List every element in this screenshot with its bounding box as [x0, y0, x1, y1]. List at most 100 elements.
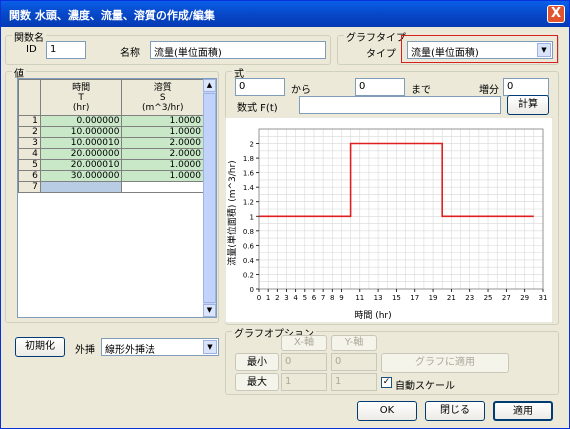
graph-type-select[interactable]: 流量(単位面積) ▼	[407, 41, 553, 59]
x-axis-label: 時間 (hr)	[354, 310, 391, 321]
time-cell[interactable]	[39, 181, 123, 193]
window-title: 関数 水頭、濃度、流量、溶質の作成/編集	[9, 9, 215, 22]
solute-cell[interactable]: 1.0000	[121, 159, 204, 171]
time-column-header[interactable]: 時間 T (hr)	[39, 79, 123, 116]
expression-label: 数式 F(t)	[237, 103, 278, 114]
row-number: 6	[18, 170, 41, 182]
x-tick-label: 7	[321, 294, 325, 302]
x-tick-label: 8	[330, 294, 334, 302]
solute-header-line1: 溶質	[153, 82, 172, 93]
calculate-button[interactable]: 計算	[507, 95, 549, 115]
apply-button[interactable]: 適用	[493, 401, 553, 421]
title-bar[interactable]: 関数 水頭、濃度、流量、溶質の作成/編集 X	[1, 1, 569, 27]
ok-button[interactable]: OK	[357, 401, 417, 421]
row-number: 4	[18, 148, 41, 160]
x-tick-label: 0	[257, 294, 261, 302]
time-cell[interactable]: 10.000010	[39, 137, 123, 149]
row-number: 2	[18, 126, 41, 138]
time-cell[interactable]: 20.000010	[39, 159, 123, 171]
y-tick-label: 0	[250, 286, 254, 294]
close-button[interactable]: 閉じる	[425, 401, 485, 421]
time-header-line2: T	[78, 92, 84, 103]
extrapolation-label: 外挿	[75, 345, 95, 356]
name-field[interactable]: 流量(単位面積)	[150, 41, 326, 59]
table-row[interactable]: 1 0.000000 1.0000	[18, 115, 204, 127]
table-row[interactable]: 3 10.000010 2.0000	[18, 137, 204, 149]
min-label: 最小	[235, 353, 279, 371]
apply-to-graph-button[interactable]: グラフに適用	[381, 353, 509, 373]
step-label: 増分	[479, 85, 499, 96]
id-label: ID	[26, 44, 37, 55]
from-label: から	[291, 85, 311, 96]
x-tick-label: 2	[275, 294, 279, 302]
min-y-field[interactable]: 0	[331, 353, 377, 371]
row-number: 3	[18, 137, 41, 149]
x-tick-label: 23	[465, 294, 474, 302]
table-row[interactable]: 5 20.000010 1.0000	[18, 159, 204, 171]
x-tick-label: 15	[392, 294, 401, 302]
chevron-down-icon[interactable]: ▼	[203, 340, 217, 354]
x-tick-label: 31	[539, 294, 548, 302]
table-row[interactable]: 7	[18, 181, 204, 193]
values-table: 時間 T (hr) 溶質 S (m^3/hr) 1 0.000000 1.000…	[18, 79, 204, 193]
time-header-line1: 時間	[72, 82, 91, 93]
scroll-down-icon[interactable]: ▼	[203, 304, 216, 317]
time-cell[interactable]: 30.000000	[39, 170, 123, 182]
row-number: 7	[18, 181, 41, 193]
x-tick-label: 9	[339, 294, 343, 302]
initialize-button[interactable]: 初期化	[15, 337, 65, 357]
y-tick-label: 1	[250, 213, 254, 221]
id-field[interactable]: 1	[46, 41, 86, 59]
solute-cell[interactable]: 2.0000	[121, 137, 204, 149]
y-tick-label: 1.2	[243, 199, 254, 207]
x-tick-label: 13	[374, 294, 383, 302]
y-tick-label: 1.6	[243, 170, 255, 178]
to-label: まで	[411, 85, 431, 96]
solute-column-header[interactable]: 溶質 S (m^3/hr)	[121, 79, 204, 116]
extrapolation-value: 線形外挿法	[105, 345, 155, 356]
time-cell[interactable]: 0.000000	[39, 115, 123, 127]
from-field[interactable]: 0	[235, 78, 285, 96]
max-x-field[interactable]: 1	[281, 373, 327, 391]
y-tick-label: 0.4	[243, 257, 255, 265]
table-row[interactable]: 6 30.000000 1.0000	[18, 170, 204, 182]
time-cell[interactable]: 10.000000	[39, 126, 123, 138]
row-number: 5	[18, 159, 41, 171]
graph-type-value: 流量(単位面積)	[411, 48, 479, 59]
auto-scale-checkbox[interactable]: ✓	[381, 377, 392, 388]
x-axis-header: X-軸	[281, 335, 327, 351]
y-tick-label: 0.2	[243, 271, 254, 279]
scrollbar-thumb[interactable]	[203, 93, 216, 303]
max-y-field[interactable]: 1	[331, 373, 377, 391]
x-tick-label: 25	[484, 294, 493, 302]
x-tick-label: 1	[266, 294, 270, 302]
min-x-field[interactable]: 0	[281, 353, 327, 371]
solute-cell[interactable]: 1.0000	[121, 115, 204, 127]
chevron-down-icon[interactable]: ▼	[537, 43, 551, 57]
x-tick-label: 3	[284, 294, 288, 302]
scroll-up-icon[interactable]: ▲	[203, 79, 216, 92]
solute-cell[interactable]: 1.0000	[121, 126, 204, 138]
solute-cell[interactable]	[121, 181, 204, 193]
vertical-scrollbar[interactable]: ▲ ▼	[203, 79, 216, 317]
time-header-line3: (hr)	[72, 102, 90, 113]
function-name-group-title: 関数名	[12, 29, 46, 44]
to-field[interactable]: 0	[355, 78, 405, 96]
y-tick-label: 1.4	[243, 184, 255, 192]
expression-field[interactable]	[299, 96, 501, 114]
solute-cell[interactable]: 1.0000	[121, 170, 204, 182]
extrapolation-select[interactable]: 線形外挿法 ▼	[101, 338, 219, 356]
values-table-frame: 時間 T (hr) 溶質 S (m^3/hr) 1 0.000000 1.000…	[17, 78, 217, 318]
solute-header-line3: (m^3/hr)	[141, 102, 184, 113]
type-label: タイプ	[366, 49, 396, 60]
x-tick-label: 6	[312, 294, 317, 302]
step-field[interactable]: 0	[503, 78, 549, 96]
x-tick-label: 17	[410, 294, 419, 302]
table-row[interactable]: 2 10.000000 1.0000	[18, 126, 204, 138]
table-row[interactable]: 4 20.000000 2.0000	[18, 148, 204, 160]
solute-cell[interactable]: 2.0000	[121, 148, 204, 160]
time-cell[interactable]: 20.000000	[39, 148, 123, 160]
y-tick-label: 1.8	[243, 155, 254, 163]
close-icon[interactable]: X	[547, 5, 565, 23]
corner-cell	[18, 79, 41, 116]
